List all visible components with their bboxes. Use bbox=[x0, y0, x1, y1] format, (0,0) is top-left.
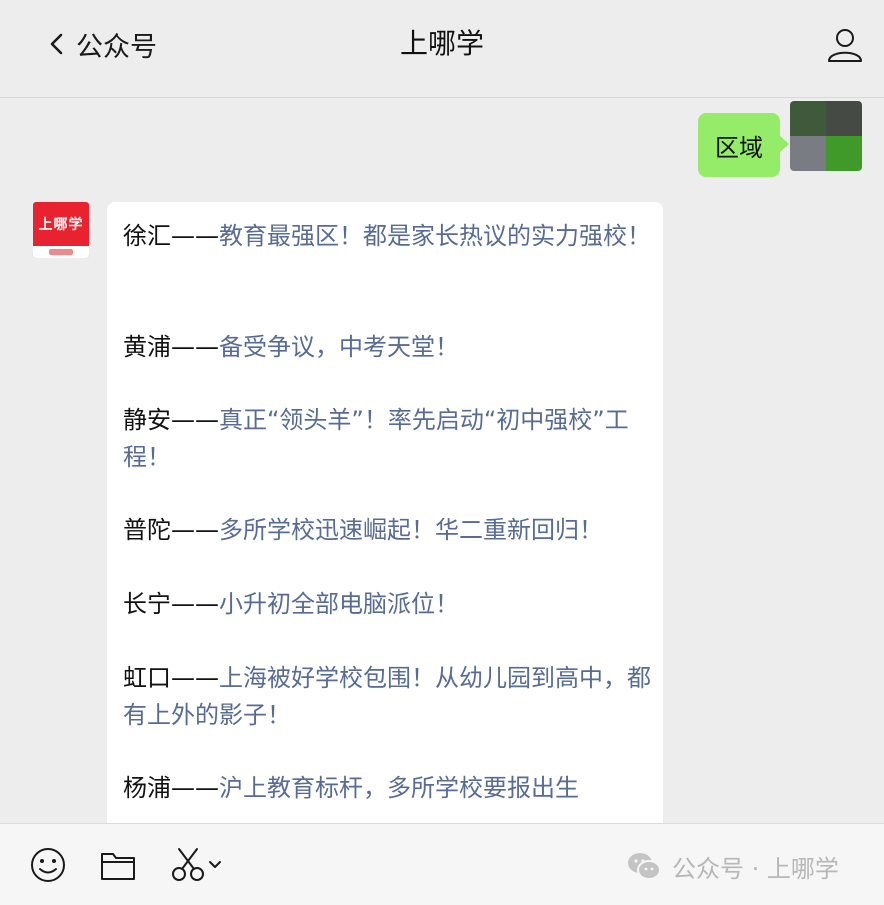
wechat-icon bbox=[628, 853, 661, 880]
watermark-text: 公众号 · 上哪学 bbox=[672, 854, 839, 883]
top-bar: 公众号 上哪学 bbox=[0, 0, 884, 98]
profile-icon[interactable] bbox=[826, 26, 864, 64]
district-name: 静安—— bbox=[123, 406, 219, 434]
district-item: 静安——真正“领头羊”！率先启动“初中强校”工程！ bbox=[123, 402, 653, 476]
my-avatar[interactable] bbox=[790, 101, 862, 171]
district-link[interactable]: 小升初全部电脑派位！ bbox=[219, 590, 459, 618]
district-name: 虹口—— bbox=[123, 664, 219, 692]
district-name: 徐汇—— bbox=[123, 222, 219, 250]
page-title: 上哪学 bbox=[399, 27, 484, 60]
bottom-toolbar: 公众号 · 上哪学 bbox=[0, 823, 884, 905]
district-name: 长宁—— bbox=[123, 590, 219, 618]
district-item: 长宁——小升初全部电脑派位！ bbox=[123, 586, 653, 623]
district-item: 普陀——多所学校迅速崛起！华二重新回归！ bbox=[123, 512, 653, 549]
district-link[interactable]: 沪上教育标杆，多所学校要报出生 bbox=[219, 774, 579, 802]
district-item: 黄浦——备受争议，中考天堂！ bbox=[123, 329, 653, 366]
district-item: 徐汇——教育最强区！都是家长热议的实力强校！ bbox=[123, 218, 653, 255]
district-link[interactable]: 多所学校迅速崛起！华二重新回归！ bbox=[219, 516, 603, 544]
smile-icon[interactable] bbox=[29, 846, 67, 884]
district-item: 虹口——上海被好学校包围！从幼儿园到高中，都有上外的影子！ bbox=[123, 660, 653, 734]
district-name: 杨浦—— bbox=[123, 774, 219, 802]
district-item: 杨浦——沪上教育标杆，多所学校要报出生 bbox=[123, 770, 653, 807]
account-avatar[interactable]: 上哪学 bbox=[33, 202, 89, 258]
district-name: 黄浦—— bbox=[123, 333, 219, 361]
district-link[interactable]: 教育最强区！都是家长热议的实力强校！ bbox=[219, 222, 651, 250]
incoming-message: 徐汇——教育最强区！都是家长热议的实力强校！ 黄浦——备受争议，中考天堂！ 静安… bbox=[107, 202, 663, 842]
outgoing-message[interactable]: 区域 bbox=[698, 113, 789, 177]
district-name: 普陀—— bbox=[123, 516, 219, 544]
district-link[interactable]: 备受争议，中考天堂！ bbox=[219, 333, 459, 361]
watermark: 公众号 · 上哪学 bbox=[626, 846, 839, 886]
logo-text: 上哪学 bbox=[38, 217, 84, 233]
scissors-icon[interactable] bbox=[170, 846, 224, 884]
outgoing-message-text: 区域 bbox=[715, 133, 763, 162]
folder-icon[interactable] bbox=[99, 846, 137, 884]
